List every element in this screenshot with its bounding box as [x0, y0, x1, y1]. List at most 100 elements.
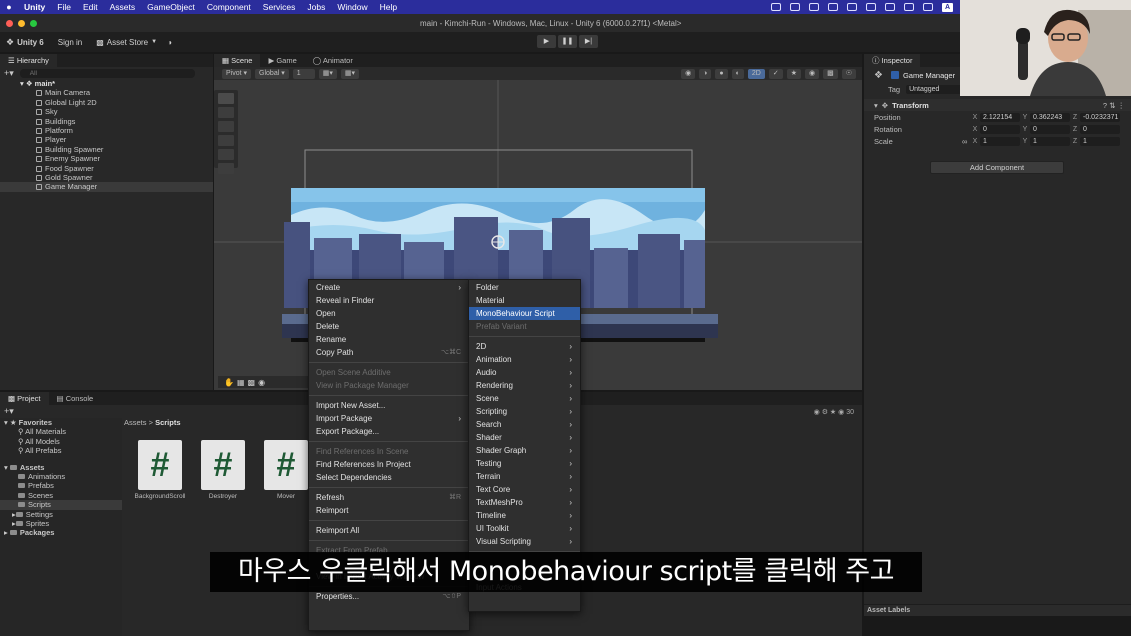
hand-tool-icon[interactable]: ✋: [224, 378, 234, 387]
object-name-field[interactable]: Game Manager: [903, 71, 955, 80]
tag-dropdown[interactable]: Untagged: [906, 84, 967, 94]
menu-jobs[interactable]: Jobs: [301, 2, 331, 12]
context-menu-item-find-references-in-project[interactable]: Find References In Project: [309, 458, 469, 471]
component-menu-icon[interactable]: ? ⇅ ⋮: [1103, 101, 1125, 110]
menu-assets[interactable]: Assets: [104, 2, 142, 12]
rotation-z-field[interactable]: 0: [1080, 124, 1120, 134]
tab-game[interactable]: ▶ Game: [260, 54, 304, 67]
breadcrumb-assets[interactable]: Assets: [124, 418, 147, 427]
hand-tool[interactable]: [218, 93, 234, 104]
context-menu-item-reveal-in-finder[interactable]: Reveal in Finder: [309, 294, 469, 307]
position-x-field[interactable]: 2.122154: [980, 112, 1020, 122]
camera-icon[interactable]: [771, 3, 781, 11]
context-menu-item-rename[interactable]: Rename: [309, 333, 469, 346]
menu-app[interactable]: Unity: [18, 2, 51, 12]
lock-icon[interactable]: [866, 3, 876, 11]
create-menu-item-scene[interactable]: Scene ›: [469, 392, 580, 405]
script-asset-icon[interactable]: #: [201, 440, 245, 490]
transform-header[interactable]: ▾ ✥ Transform ? ⇅ ⋮: [864, 99, 1131, 111]
folder-item[interactable]: ▸ Sprites: [0, 519, 122, 528]
transform-tool[interactable]: [218, 163, 234, 174]
create-menu-item-2d[interactable]: 2D ›: [469, 340, 580, 353]
render-icon[interactable]: ◐: [731, 68, 744, 79]
assets-header[interactable]: ▾ Assets: [0, 463, 122, 472]
screen-mirror-icon[interactable]: [790, 3, 800, 11]
rect-tool[interactable]: [218, 149, 234, 160]
step-button[interactable]: ▶|: [579, 35, 598, 48]
script-asset-icon[interactable]: #: [138, 440, 182, 490]
create-menu-item-folder[interactable]: Folder: [469, 281, 580, 294]
pause-button[interactable]: ❚❚: [558, 35, 577, 48]
context-menu-item-reimport[interactable]: Reimport: [309, 504, 469, 517]
create-menu-item-shader-graph[interactable]: Shader Graph ›: [469, 444, 580, 457]
create-menu-item-textmeshpro[interactable]: TextMeshPro ›: [469, 496, 580, 509]
camera-icon[interactable]: ▩: [823, 68, 838, 79]
create-menu-item-animation[interactable]: Animation ›: [469, 353, 580, 366]
lighting-icon[interactable]: ●: [715, 68, 728, 79]
menu-component[interactable]: Component: [201, 2, 257, 12]
menu-file[interactable]: File: [51, 2, 77, 12]
add-icon[interactable]: +▾: [4, 406, 14, 417]
hierarchy-item[interactable]: Global Light 2D: [0, 98, 213, 107]
gizmos-icon[interactable]: ☉: [841, 68, 856, 79]
create-menu-item-text-core[interactable]: Text Core ›: [469, 483, 580, 496]
menu-gameobject[interactable]: GameObject: [141, 2, 201, 12]
menu-window[interactable]: Window: [331, 2, 373, 12]
tile-tool-icon[interactable]: ▩: [248, 378, 256, 387]
input-source-indicator[interactable]: A: [942, 2, 953, 12]
create-menu-item-scripting[interactable]: Scripting ›: [469, 405, 580, 418]
play-button[interactable]: ▶: [537, 35, 556, 48]
create-menu-item-search[interactable]: Search ›: [469, 418, 580, 431]
add-icon[interactable]: +▾: [4, 68, 14, 79]
chat-icon[interactable]: [809, 3, 819, 11]
tab-console[interactable]: ▤ Console: [49, 392, 102, 405]
favorite-item[interactable]: ⚲ All Materials: [0, 427, 122, 436]
hierarchy-search-input[interactable]: All: [19, 68, 195, 78]
rotation-y-field[interactable]: 0: [1030, 124, 1070, 134]
create-menu-item-monobehaviour-script[interactable]: MonoBehaviour Script: [469, 307, 580, 320]
folder-item[interactable]: ▸ Settings: [0, 510, 122, 519]
close-window-button[interactable]: [6, 19, 13, 27]
create-menu-item-testing[interactable]: Testing ›: [469, 457, 580, 470]
scene-root-item[interactable]: ▾ ❖ main*: [0, 79, 213, 88]
scale-x-field[interactable]: 1: [980, 136, 1020, 146]
link-icon[interactable]: ∞: [962, 137, 970, 146]
tab-animator[interactable]: ◯ Animator: [305, 54, 361, 67]
context-menu-item-refresh[interactable]: Refresh ⌘R: [309, 491, 469, 504]
create-menu-item-visual-scripting[interactable]: Visual Scripting ›: [469, 535, 580, 548]
moon-icon[interactable]: [847, 3, 857, 11]
context-menu-item-select-dependencies[interactable]: Select Dependencies: [309, 471, 469, 484]
apple-icon[interactable]: ●: [0, 2, 18, 12]
global-dropdown[interactable]: Global ▾: [255, 68, 289, 79]
wifi-icon[interactable]: [923, 3, 933, 11]
context-menu-item-export-package[interactable]: Export Package...: [309, 425, 469, 438]
tab-inspector[interactable]: ⓘ Inspector: [864, 54, 921, 67]
context-menu-item-import-package[interactable]: Import Package ›: [309, 412, 469, 425]
create-menu-item-shader[interactable]: Shader ›: [469, 431, 580, 444]
create-menu-item-audio[interactable]: Audio ›: [469, 366, 580, 379]
folder-item[interactable]: Scenes: [0, 491, 122, 500]
grid-tool-icon[interactable]: ▦: [237, 378, 245, 387]
shading-icon[interactable]: ◑: [699, 68, 712, 79]
position-z-field[interactable]: -0.0232371: [1080, 112, 1120, 122]
hierarchy-item[interactable]: Buildings: [0, 117, 213, 126]
scale-y-field[interactable]: 1: [1030, 136, 1070, 146]
favorites-header[interactable]: ▾ ★ Favorites: [0, 418, 122, 427]
move-tool[interactable]: [218, 107, 234, 118]
signin-button[interactable]: Sign in: [58, 38, 82, 47]
create-menu-item-ui-toolkit[interactable]: UI Toolkit ›: [469, 522, 580, 535]
context-menu-item-import-new-asset[interactable]: Import New Asset...: [309, 399, 469, 412]
rotation-x-field[interactable]: 0: [980, 124, 1020, 134]
scale-tool[interactable]: [218, 135, 234, 146]
menu-edit[interactable]: Edit: [77, 2, 104, 12]
context-menu-item-delete[interactable]: Delete: [309, 320, 469, 333]
hierarchy-item[interactable]: Food Spawner: [0, 164, 213, 173]
create-menu-item-rendering[interactable]: Rendering ›: [469, 379, 580, 392]
context-menu-item-create[interactable]: Create ›: [309, 281, 469, 294]
create-menu-item-material[interactable]: Material: [469, 294, 580, 307]
project-filter-icons[interactable]: ◉ ⚙ ★ ◉ 30: [814, 408, 854, 416]
tab-hierarchy[interactable]: ☰ Hierarchy: [0, 54, 57, 67]
hierarchy-item[interactable]: Player: [0, 135, 213, 144]
hierarchy-item[interactable]: Enemy Spawner: [0, 154, 213, 163]
visibility-icon[interactable]: ◉: [804, 68, 820, 79]
